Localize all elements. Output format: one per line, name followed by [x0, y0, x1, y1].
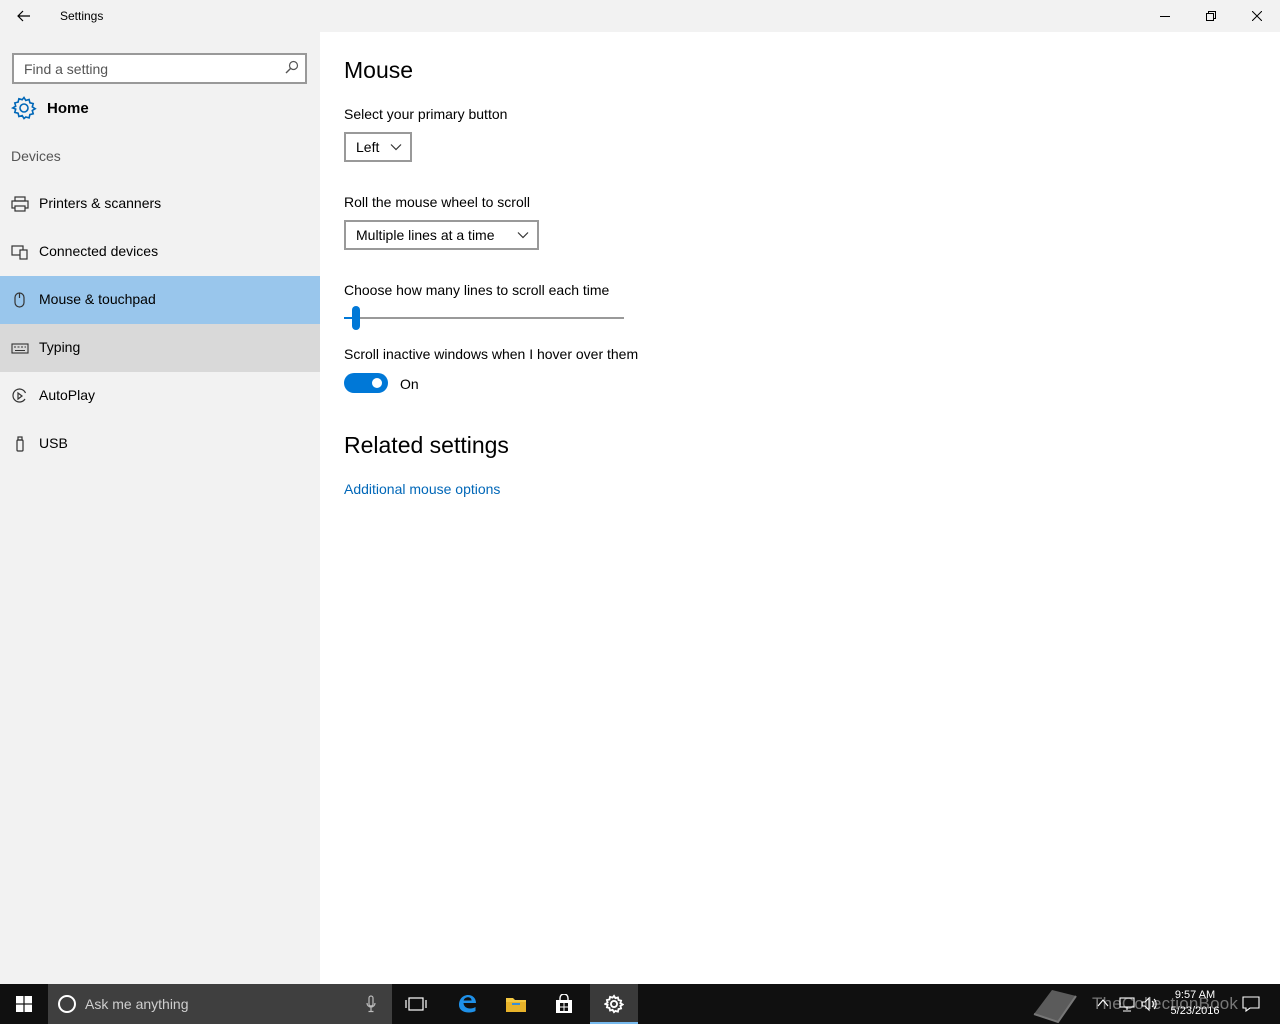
main-content: Mouse Select your primary button Left Ro… [320, 32, 1280, 984]
toggle-state-text: On [400, 376, 419, 392]
clock[interactable]: 9:57 AM 5/23/2016 [1162, 987, 1228, 1019]
primary-button-label: Select your primary button [344, 106, 508, 122]
minimize-icon [1160, 16, 1170, 17]
edge-icon [459, 995, 476, 1013]
restore-button[interactable] [1188, 0, 1234, 32]
connected-devices-icon [11, 245, 28, 260]
gear-icon [11, 96, 37, 120]
sidebar-item-autoplay[interactable]: AutoPlay [0, 372, 320, 420]
toggle-knob [372, 378, 382, 388]
sidebar-item-label: USB [39, 435, 68, 451]
sidebar-item-label: Printers & scanners [39, 195, 162, 211]
mouse-icon [14, 292, 25, 308]
wheel-scroll-label: Roll the mouse wheel to scroll [344, 194, 530, 210]
search-input[interactable] [14, 55, 274, 82]
window-title: Settings [60, 9, 104, 23]
sidebar-item-connected-devices[interactable]: Connected devices [0, 228, 320, 276]
slider-fill [344, 317, 352, 319]
search-icon[interactable] [285, 60, 299, 74]
volume-icon[interactable] [1140, 996, 1158, 1012]
action-center-icon[interactable] [1242, 996, 1260, 1012]
store-button[interactable] [540, 984, 588, 1024]
sidebar-item-usb[interactable]: USB [0, 420, 320, 468]
sidebar-item-printers-scanners[interactable]: Printers & scanners [0, 180, 320, 228]
sidebar-item-label: Mouse & touchpad [39, 291, 156, 307]
sidebar-item-label: Typing [39, 339, 81, 355]
chevron-up-icon[interactable] [1097, 998, 1109, 1008]
primary-button-value: Left [356, 139, 380, 155]
microphone-icon[interactable] [366, 995, 376, 1013]
wheel-scroll-select[interactable]: Multiple lines at a time [344, 220, 539, 250]
autoplay-icon [12, 388, 27, 403]
file-explorer-button[interactable] [492, 984, 540, 1024]
settings-icon [604, 994, 624, 1014]
page-title: Mouse [344, 57, 414, 83]
restore-icon [1206, 11, 1216, 21]
scroll-lines-slider[interactable] [344, 306, 624, 330]
related-settings-heading: Related settings [344, 432, 509, 458]
windows-logo-icon [16, 996, 32, 1012]
clock-date: 5/23/2016 [1170, 1005, 1220, 1017]
clock-time: 9:57 AM [1174, 989, 1216, 1001]
title-bar: Settings [0, 0, 1280, 32]
home-nav-item[interactable]: Home [0, 90, 320, 126]
taskbar-search[interactable]: Ask me anything [48, 984, 392, 1024]
network-icon[interactable] [1118, 996, 1136, 1012]
task-view-icon [405, 997, 427, 1011]
arrow-left-icon [17, 10, 30, 22]
settings-taskbar-button[interactable] [590, 984, 638, 1024]
start-button[interactable] [0, 984, 48, 1024]
slider-track [344, 317, 624, 319]
section-label: Devices [11, 148, 61, 164]
chevron-down-icon [517, 232, 529, 239]
edge-button[interactable] [443, 984, 491, 1024]
inactive-scroll-label: Scroll inactive windows when I hover ove… [344, 346, 639, 362]
sidebar: Home Devices Printers & scanners Connect… [0, 32, 320, 984]
close-icon [1252, 11, 1262, 21]
taskbar: Ask me anything TheCollectionBook 9:57 A… [0, 984, 1280, 1024]
sidebar-item-mouse-touchpad[interactable]: Mouse & touchpad [0, 276, 320, 324]
primary-button-select[interactable]: Left [344, 132, 412, 162]
usb-icon [16, 436, 24, 452]
printer-icon [11, 196, 29, 212]
file-explorer-icon [506, 998, 526, 1012]
search-box[interactable] [12, 53, 307, 84]
additional-mouse-options-link[interactable]: Additional mouse options [344, 481, 500, 497]
chevron-down-icon [390, 144, 402, 151]
keyboard-icon [11, 343, 29, 354]
sidebar-item-label: AutoPlay [39, 387, 96, 403]
sidebar-item-typing[interactable]: Typing [0, 324, 320, 372]
minimize-button[interactable] [1142, 0, 1188, 32]
slider-thumb[interactable] [352, 306, 360, 330]
home-label: Home [47, 99, 89, 117]
close-button[interactable] [1234, 0, 1280, 32]
sidebar-item-label: Connected devices [39, 243, 159, 259]
book-icon [1033, 990, 1077, 1024]
store-icon [556, 994, 572, 1013]
cortana-icon [58, 995, 76, 1013]
task-view-button[interactable] [392, 984, 440, 1024]
inactive-scroll-toggle[interactable] [344, 373, 388, 393]
scroll-lines-label: Choose how many lines to scroll each tim… [344, 282, 610, 298]
wheel-scroll-value: Multiple lines at a time [356, 227, 495, 243]
back-button[interactable] [0, 0, 48, 32]
taskbar-search-placeholder: Ask me anything [85, 996, 189, 1012]
